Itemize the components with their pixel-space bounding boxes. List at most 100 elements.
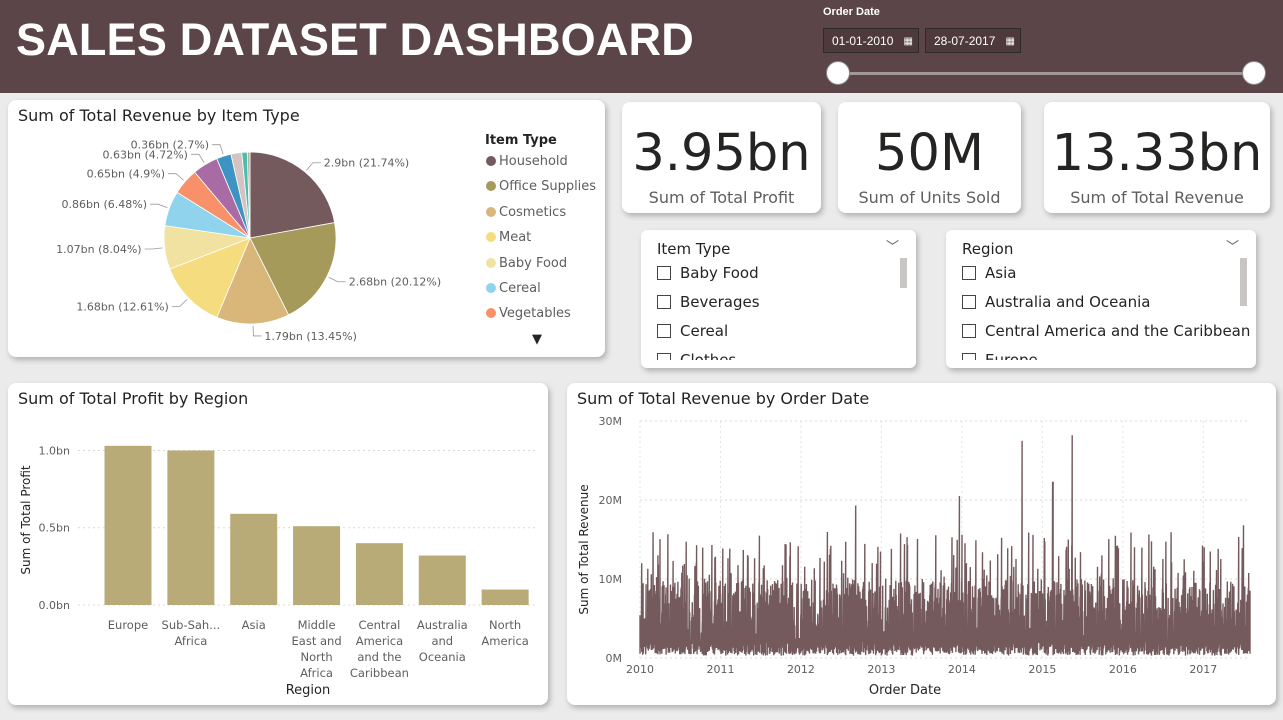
x-tick-label: Caribbean <box>350 666 409 680</box>
end-date-input[interactable]: 28-07-2017 ▦ <box>925 28 1021 53</box>
header-bar: SALES DATASET DASHBOARD Order Date 01-01… <box>0 0 1283 93</box>
item-type-options: Baby Food Beverages Cereal Clothes <box>641 254 916 360</box>
x-tick-label: 2016 <box>1109 663 1137 676</box>
checkbox[interactable] <box>657 295 671 309</box>
checkbox[interactable] <box>657 324 671 338</box>
pie-data-label: 2.9bn (21.74%) <box>324 157 409 170</box>
y-tick-label: 1.0bn <box>39 444 70 457</box>
pie-chart-card: Sum of Total Revenue by Item Type 2.9bn … <box>8 100 605 357</box>
bar[interactable] <box>167 450 215 605</box>
pie-data-label: 2.68bn (20.12%) <box>349 276 441 289</box>
pie-leader-line <box>212 144 224 155</box>
kpi-value: 13.33bn <box>1051 124 1263 183</box>
kpi-value: 3.95bn <box>632 124 811 183</box>
bar-chart: 0.0bn 0.5bn 1.0bn Europe Sub-Sah... Africa Asi… <box>19 444 538 698</box>
bar[interactable] <box>355 543 403 605</box>
start-date-input[interactable]: 01-01-2010 ▦ <box>823 28 919 53</box>
bar[interactable] <box>230 513 278 605</box>
legend-label: Meat <box>499 230 532 246</box>
pie-legend-item[interactable]: Baby Food <box>486 256 567 271</box>
x-tick-label: 2012 <box>787 663 815 676</box>
x-tick-label: and the <box>357 650 401 664</box>
legend-dot <box>486 232 496 243</box>
legend-dot <box>486 181 496 192</box>
pie-data-label: 0.65bn (4.9%) <box>87 168 165 181</box>
x-tick-label: Africa <box>174 634 207 648</box>
item-type-option[interactable]: Clothes <box>657 350 736 360</box>
pie-legend-item[interactable]: Office Supplies <box>486 179 596 194</box>
pie-legend-item[interactable]: Cereal <box>486 281 541 296</box>
y-axis-label: Sum of Total Profit <box>19 465 33 575</box>
pie-leader-line <box>306 162 321 171</box>
region-option[interactable]: Europe <box>962 350 1038 360</box>
calendar-icon[interactable]: ▦ <box>904 29 913 54</box>
x-tick-label: Middle <box>298 618 336 632</box>
checkbox[interactable] <box>657 353 671 360</box>
region-option[interactable]: Asia <box>962 263 1016 283</box>
legend-scroll-down-icon[interactable]: ▼ <box>532 332 542 347</box>
kpi-total-revenue: 13.33bn Sum of Total Revenue <box>1044 102 1270 213</box>
x-tick-label: and <box>431 634 453 648</box>
kpi-caption: Sum of Total Profit <box>648 188 795 207</box>
y-tick-label: 20M <box>599 494 623 507</box>
x-tick-label: 2014 <box>948 663 976 676</box>
revenue-series-line[interactable] <box>639 435 1251 656</box>
x-tick-label: Oceania <box>419 650 466 664</box>
bar[interactable] <box>104 445 152 605</box>
region-option[interactable]: Australia and Oceania <box>962 292 1150 312</box>
pie-leader-line <box>168 173 184 181</box>
checkbox[interactable] <box>962 295 976 309</box>
checkbox[interactable] <box>962 353 976 360</box>
item-type-option[interactable]: Cereal <box>657 321 728 341</box>
legend-dot <box>486 308 496 319</box>
pie-data-label: 0.36bn (2.7%) <box>131 139 209 152</box>
checkbox[interactable] <box>962 324 976 338</box>
legend-dot <box>486 206 496 217</box>
checkbox[interactable] <box>962 266 976 280</box>
chevron-down-icon[interactable]: ﹀ <box>886 236 899 255</box>
pie-legend-item[interactable]: Household <box>486 154 568 169</box>
pie-legend-item[interactable]: Vegetables <box>486 306 571 321</box>
x-tick-label: Central <box>358 618 400 632</box>
x-tick-label: America <box>356 634 403 648</box>
x-tick-label: America <box>481 634 528 648</box>
legend-label: Cereal <box>499 281 541 296</box>
y-tick-label: 10M <box>599 573 623 586</box>
checkbox[interactable] <box>657 266 671 280</box>
x-tick-label: North <box>300 650 332 664</box>
x-tick-label: 2010 <box>626 663 654 676</box>
pie-legend-item[interactable]: Meat <box>486 230 531 245</box>
date-range-start-handle[interactable] <box>826 61 850 85</box>
order-date-label: Order Date <box>823 6 880 18</box>
kpi-units-sold: 50M Sum of Units Sold <box>838 102 1021 213</box>
x-tick-label: Europe <box>108 618 148 632</box>
y-tick-label: 0.5bn <box>39 522 70 535</box>
bar[interactable] <box>481 589 529 605</box>
item-type-option[interactable]: Baby Food <box>657 263 759 283</box>
x-tick-label: 2017 <box>1189 663 1217 676</box>
date-range-track[interactable] <box>838 72 1254 75</box>
x-axis-label: Region <box>286 683 331 698</box>
y-axis-label: Sum of Total Revenue <box>577 484 591 614</box>
x-axis-label: Order Date <box>869 683 941 698</box>
legend-label: Cosmetics <box>499 204 567 220</box>
chevron-down-icon[interactable]: ﹀ <box>1226 236 1239 255</box>
region-slicer[interactable]: Region ﹀ Asia Australia and Oceania Cent… <box>946 230 1256 368</box>
legend-label: Vegetables <box>499 306 571 322</box>
kpi-value: 50M <box>875 124 984 183</box>
region-scrollbar[interactable] <box>1240 258 1247 306</box>
region-option[interactable]: Central America and the Caribbean <box>962 321 1250 341</box>
calendar-icon[interactable]: ▦ <box>1006 29 1015 54</box>
item-type-option[interactable]: Beverages <box>657 292 760 312</box>
pie-leader-line <box>190 153 205 164</box>
bar[interactable] <box>293 526 341 605</box>
pie-legend-item[interactable]: Cosmetics <box>486 205 566 220</box>
bar[interactable] <box>418 555 466 605</box>
date-range-end-handle[interactable] <box>1242 61 1266 85</box>
order-date-slicer[interactable]: Order Date 01-01-2010 ▦ 28-07-2017 ▦ <box>823 4 1273 90</box>
item-type-scrollbar[interactable] <box>900 258 907 288</box>
pie-leader-line <box>171 299 188 307</box>
kpi-caption: Sum of Total Revenue <box>1070 188 1244 207</box>
item-type-slicer[interactable]: Item Type ﹀ Baby Food Beverages Cereal C… <box>641 230 916 368</box>
x-tick-label: Sub-Sah... <box>162 618 221 632</box>
